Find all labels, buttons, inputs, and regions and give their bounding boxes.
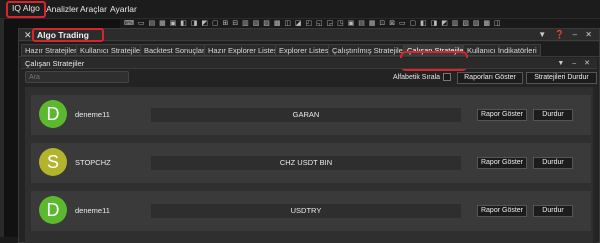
tab-hazir-explorer-listesi[interactable]: Hazır Explorer Listesi (204, 44, 284, 56)
stop-button[interactable]: Durdur (533, 205, 573, 217)
show-reports-button[interactable]: Raporları Göster (457, 72, 523, 84)
toolbar-icons[interactable]: ⌨ ▭ ▤ ▦ ▣ ◧ ◨ ◩ ▢ ⊞ ⊟ ▥ ▧ ▨ ▩ ◫ ◪ ◰ ◱ ◲ … (124, 19, 594, 28)
close-icon[interactable]: ✕ (24, 29, 32, 41)
menu-iq-algo[interactable]: IQ Algo (6, 1, 46, 18)
tab-backtest-sonuclari[interactable]: Backtest Sonuçları (140, 44, 211, 56)
tab-explorer-listesi[interactable]: Explorer Listesi (275, 44, 335, 56)
symbol-field: USDTRY (151, 204, 461, 218)
stop-button[interactable]: Durdur (533, 157, 573, 169)
report-button[interactable]: Rapor Göster (477, 205, 527, 217)
panel-controls[interactable]: ▼ – ✕ (557, 58, 593, 69)
avatar: D (39, 100, 67, 128)
bottom-edge (0, 237, 18, 243)
strategy-row: D deneme11 GARAN Rapor Göster Durdur (31, 95, 591, 135)
strategy-list: D deneme11 GARAN Rapor Göster Durdur S S… (25, 87, 597, 243)
username: deneme11 (75, 110, 110, 119)
annotation-highlight (32, 28, 104, 42)
tab-hazir-stratejiler[interactable]: Hazır Stratejiler (21, 44, 81, 56)
algo-trading-window: ✕ Algo Trading ▼ ❓ – ✕ Hazır Stratejiler… (18, 28, 600, 243)
menu-ayarlar[interactable]: Ayarlar (106, 2, 141, 17)
window-controls[interactable]: ▼ ❓ – ✕ (538, 29, 595, 41)
search-input[interactable] (25, 71, 129, 83)
alphabetic-sort-label: Alfabetik Sırala (393, 74, 441, 81)
scrollbar[interactable] (593, 87, 597, 243)
tab-bar: Hazır Stratejiler Kullanıcı Stratejileri… (19, 42, 599, 71)
tab-kullanici-indikatorleri[interactable]: Kullanıcı İndikatörleri (463, 44, 541, 56)
symbol-field: GARAN (151, 108, 461, 122)
symbol-field: CHZ USDT BIN (151, 156, 461, 170)
left-edge (0, 0, 4, 243)
tab-calistirilmis-stratejiler[interactable]: Çalıştırılmış Stratejiler (328, 44, 410, 56)
main-menu-bar: IQ Algo Analizler Araçlar Ayarlar (0, 0, 600, 19)
strategy-row: S STOPCHZ CHZ USDT BIN Rapor Göster Durd… (31, 143, 591, 183)
toolbar: ⌨ ▭ ▤ ▦ ▣ ◧ ◨ ◩ ▢ ⊞ ⊟ ▥ ▧ ▨ ▩ ◫ ◪ ◰ ◱ ◲ … (120, 19, 600, 28)
panel-title: Çalışan Stratejiler (25, 59, 85, 68)
stop-button[interactable]: Durdur (533, 109, 573, 121)
panel-header: Çalışan Stratejiler ▼ – ✕ (21, 58, 597, 69)
username: deneme11 (75, 206, 110, 215)
username: STOPCHZ (75, 158, 111, 167)
tab-kullanici-stratejileri[interactable]: Kullanıcı Stratejileri (76, 44, 149, 56)
avatar: S (39, 148, 67, 176)
window-title-bar: ✕ Algo Trading ▼ ❓ – ✕ (19, 28, 599, 42)
strategy-row: D deneme11 USDTRY Rapor Göster Durdur (31, 191, 591, 231)
avatar: D (39, 196, 67, 224)
report-button[interactable]: Rapor Göster (477, 157, 527, 169)
stop-strategies-button[interactable]: Stratejileri Durdur (526, 72, 597, 84)
alphabetic-sort-checkbox[interactable] (443, 73, 451, 81)
report-button[interactable]: Rapor Göster (477, 109, 527, 121)
